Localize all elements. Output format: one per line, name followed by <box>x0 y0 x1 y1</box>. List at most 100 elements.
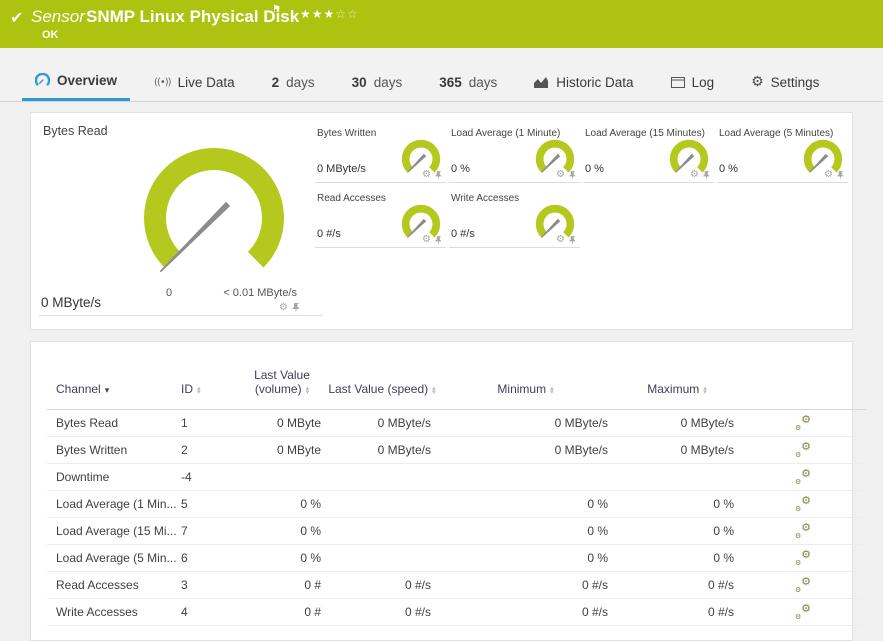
channel-name: Write Accesses <box>56 605 138 619</box>
tab-settings[interactable]: ⚙ Settings <box>738 63 832 101</box>
object-kind-label: Sensor <box>31 7 85 26</box>
channel-settings-icon[interactable]: ⚙ ⚙ <box>795 494 811 513</box>
tab-365-days[interactable]: 365 days <box>426 63 510 101</box>
channel-gear-icon[interactable]: ⚙ <box>422 235 431 245</box>
channel-gear-icon[interactable]: ⚙ <box>422 170 431 180</box>
channel-settings-icon[interactable]: ⚙ ⚙ <box>795 440 811 459</box>
column-header-last-value-speed[interactable]: Last Value (speed) ▴ ▾ <box>327 368 437 410</box>
pin-icon[interactable] <box>569 170 576 180</box>
maximum-value: 0 % <box>713 524 734 538</box>
channel-settings-icon[interactable]: ⚙ ⚙ <box>795 467 811 486</box>
channel-gear-icon[interactable]: ⚙ <box>824 170 833 180</box>
last-value-speed <box>327 464 437 491</box>
gauge-value: 0 #/s <box>317 228 341 240</box>
tab-number: 30 <box>351 74 367 90</box>
tab-label: Settings <box>770 74 820 90</box>
tab-label: Log <box>691 74 715 90</box>
table-row: Write Accesses 4 0 # 0 #/s 0 #/s 0 #/s ⚙… <box>47 599 866 626</box>
pin-icon[interactable] <box>435 235 442 245</box>
sort-icon: ▴ ▾ <box>305 383 310 396</box>
channel-gear-icon[interactable]: ⚙ <box>556 235 565 245</box>
table-row: Bytes Written 2 0 MByte 0 MByte/s 0 MByt… <box>47 437 866 464</box>
column-label: Last Value (speed) <box>328 382 429 396</box>
gauge-value: 0 MByte/s <box>317 163 366 175</box>
gauge-value: 0 % <box>719 163 738 175</box>
channel-gear-icon[interactable]: ⚙ <box>690 170 699 180</box>
priority-stars[interactable]: ★★★☆☆ <box>300 7 359 21</box>
maximum-value: 0 % <box>713 497 734 511</box>
column-header-settings <box>740 368 866 410</box>
channel-id: 3 <box>181 578 188 592</box>
channel-name: Read Accesses <box>56 578 139 592</box>
column-header-last-value-volume[interactable]: Last Value (volume) ▴ ▾ <box>237 368 327 410</box>
last-value-speed: 0 MByte/s <box>377 416 431 430</box>
gauge-title: Bytes Written <box>317 128 377 139</box>
gauge-title: Read Accesses <box>317 193 386 204</box>
gauge-value: 0 #/s <box>451 228 475 240</box>
tab-30-days[interactable]: 30 days <box>339 63 416 101</box>
column-label: Last Value <box>254 368 310 382</box>
channel-id: 5 <box>181 497 188 511</box>
table-row: Bytes Read 1 0 MByte 0 MByte/s 0 MByte/s… <box>47 410 866 437</box>
gear-icon: ⚙ <box>751 74 764 90</box>
priority-flag-icon[interactable]: ⚑ <box>272 4 281 15</box>
last-value-volume: 0 MByte <box>276 416 321 430</box>
last-value-volume: 0 MByte <box>276 443 321 457</box>
last-value-volume <box>237 464 327 491</box>
maximum-value <box>614 464 740 491</box>
column-header-channel[interactable]: Channel ▾ <box>47 368 181 410</box>
minimum-value: 0 MByte/s <box>554 416 608 430</box>
channel-id: 4 <box>181 605 188 619</box>
pin-icon[interactable] <box>837 170 844 180</box>
minimum-value: 0 MByte/s <box>554 443 608 457</box>
last-value-speed: 0 #/s <box>404 578 431 592</box>
channel-name: Bytes Written <box>56 443 128 457</box>
column-header-minimum[interactable]: Minimum ▴ ▾ <box>437 368 614 410</box>
channel-gear-icon[interactable]: ⚙ <box>556 170 565 180</box>
tab-label: Overview <box>57 73 118 88</box>
channel-name: Bytes Read <box>56 416 119 430</box>
channel-settings-icon[interactable]: ⚙ ⚙ <box>795 521 811 540</box>
primary-gauge-title: Bytes Read <box>43 124 108 138</box>
channel-id: 6 <box>181 551 188 565</box>
table-header-row: Channel ▾ ID ▴ ▾ Last Value (volume) ▴ ▾ Last… <box>47 368 866 410</box>
tab-live-data[interactable]: ((•)) Live Data <box>141 63 248 101</box>
tab-overview[interactable]: Overview <box>22 63 131 101</box>
gauge-icon <box>35 73 50 86</box>
channels-table: Channel ▾ ID ▴ ▾ Last Value (volume) ▴ ▾ Last… <box>47 368 866 626</box>
tab-bar: Overview ((•)) Live Data 2 days 30 days … <box>0 48 883 102</box>
table-row: Load Average (1 Min... 5 0 % 0 % 0 % ⚙ ⚙ <box>47 491 866 518</box>
gauge-title: Write Accesses <box>451 193 520 204</box>
last-value-volume: 0 % <box>300 551 321 565</box>
minimum-value: 0 #/s <box>581 578 608 592</box>
tab-historic-data[interactable]: Historic Data <box>521 63 646 101</box>
small-gauge-load-average-5-minutes: Load Average (5 Minutes) 0 % ⚙ <box>717 126 848 183</box>
tab-log[interactable]: Log <box>658 63 728 101</box>
stars-empty[interactable]: ☆☆ <box>335 7 359 21</box>
tab-2-days[interactable]: 2 days <box>259 63 328 101</box>
column-label: Channel <box>56 382 101 396</box>
stars-filled[interactable]: ★★★ <box>300 7 335 21</box>
maximum-value: 0 #/s <box>707 578 734 592</box>
column-header-maximum[interactable]: Maximum ▴ ▾ <box>614 368 740 410</box>
pin-icon[interactable] <box>569 235 576 245</box>
tab-number: 2 <box>271 74 280 90</box>
pin-icon[interactable] <box>703 170 710 180</box>
live-data-icon: ((•)) <box>154 76 171 88</box>
channel-settings-icon[interactable]: ⚙ ⚙ <box>795 602 811 621</box>
channel-settings-icon[interactable]: ⚙ ⚙ <box>795 575 811 594</box>
sort-icon: ▴ ▾ <box>432 383 436 396</box>
last-value-volume: 0 # <box>304 578 321 592</box>
channel-gear-icon[interactable]: ⚙ <box>279 303 288 313</box>
channel-name: Load Average (15 Mi... <box>56 524 177 538</box>
channel-settings-icon[interactable]: ⚙ ⚙ <box>795 548 811 567</box>
column-header-id[interactable]: ID ▴ ▾ <box>181 368 237 410</box>
pin-icon[interactable] <box>292 303 300 313</box>
channels-panel: Channel ▾ ID ▴ ▾ Last Value (volume) ▴ ▾ Last… <box>30 341 866 641</box>
small-gauge-bytes-written: Bytes Written 0 MByte/s ⚙ <box>315 126 446 183</box>
last-value-volume: 0 # <box>304 605 321 619</box>
channel-settings-icon[interactable]: ⚙ ⚙ <box>795 413 811 432</box>
maximum-value: 0 MByte/s <box>680 416 734 430</box>
tab-label: Historic Data <box>556 74 634 90</box>
pin-icon[interactable] <box>435 170 442 180</box>
